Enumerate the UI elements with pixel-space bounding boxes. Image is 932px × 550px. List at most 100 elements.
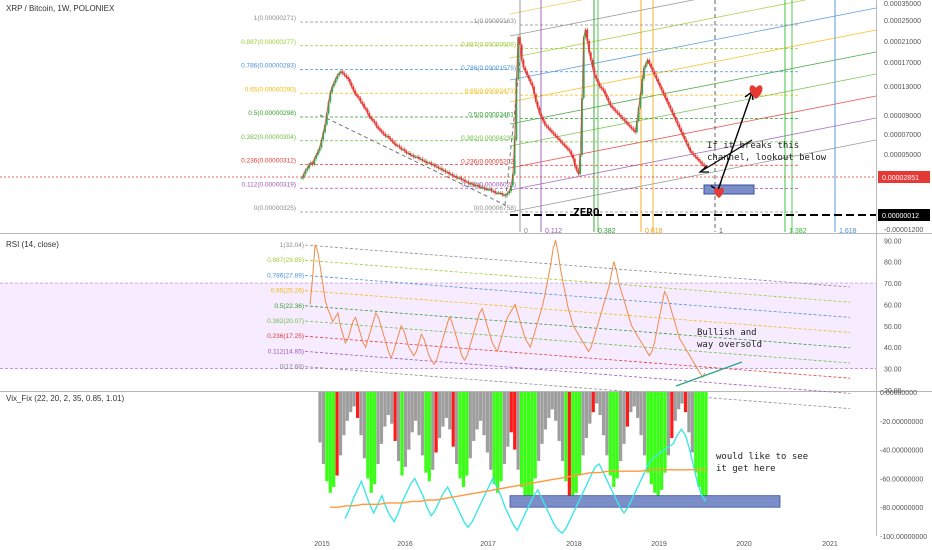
time-axis-tick: 2016 [397,541,413,548]
vix-bar [550,392,554,410]
vix-bar [663,392,667,473]
vix-bar [355,392,360,418]
fib-level-label: 0.236(0.00000312) [241,158,296,165]
vix-bar [345,392,349,421]
fib-level-label: 1(0.00000271) [254,15,296,22]
vix-bar [434,392,438,453]
fib-level-label: 0.112(0.00006020) [462,182,516,189]
vix-bar [588,392,592,424]
vix-bar [619,392,623,462]
vix-bar [396,392,401,462]
vix-bar [349,392,353,413]
vix-bar [441,392,445,427]
vix-bar [393,392,397,441]
rsi-axis-tick: 40.00 [884,345,902,352]
vix-bar [485,392,489,453]
vix-bar [373,392,377,485]
fib-level-label: 0.236(0.00005202) [461,158,516,165]
vix-bar [509,392,513,433]
price-axis-tick: 0.00007000 [884,132,921,139]
fib-level-label: 0.65(0.00000290) [245,86,296,93]
vix-bar [598,392,602,416]
vix-bar [629,392,633,413]
vix-bar [431,392,435,470]
vix-bar [690,392,694,453]
vix-bar [530,392,534,496]
vix-bar [492,392,496,485]
price-axis-tick: 0.00025000 [884,18,921,25]
vix-bar [516,392,520,470]
price-pane-title: XRP / Bitcoin, 1W, POLONIEX [4,4,117,13]
fib-time-zone-label: 1 [719,228,723,235]
vix-bar [625,392,630,427]
vix-bar [612,392,616,488]
vix-bar [683,392,688,413]
vix-bar [386,392,390,416]
vix-axis-tick: -60.00000000 [880,476,923,483]
vix-bar [437,392,442,439]
vix-bar [578,392,582,476]
vix-axis-tick: -100.00000000 [880,534,927,541]
vix-bar [369,392,373,493]
price-axis-tick: 0.00017000 [884,60,921,67]
time-axis-tick: 2018 [566,541,582,548]
vix-bar [567,392,571,496]
last-price-label: 0.00002851 [882,175,919,182]
fib-level-label: 0.887(0.00000277) [241,39,296,46]
vix-bar [537,392,541,462]
vix-bar [574,392,578,493]
vix-bar [342,392,346,436]
vix-bar [636,392,640,418]
vix-bar [376,392,380,464]
vix-axis-tick: 0.00000000 [880,390,917,397]
rsi-fib-label: 1(32.04) [280,242,304,249]
vix-bar [680,392,684,404]
vix-bar [332,392,336,488]
fib-time-zone-label: 0.112 [545,228,562,235]
rsi-axis-tick: 70.00 [884,281,902,288]
rsi-fib-label: 0.5(22.36) [274,303,304,310]
vix-bar [335,392,339,476]
vix-bar [496,392,500,493]
fib-level-label: 0.382(0.00004239) [461,135,516,142]
rsi-axis-tick: 30.00 [884,367,902,374]
vix-bar [540,392,544,444]
vix-bar [653,392,657,493]
fib-level-label: 1(0.00000163) [474,18,516,25]
vix-bar [642,392,647,456]
vix-bar [455,392,459,464]
vix-target-zone [509,495,781,508]
vix-bar [622,392,626,444]
vix-bar [383,392,387,427]
rsi-fib-label: 0.112(14.85) [268,348,304,355]
rsi-fib-label: 0.382(20.07) [267,318,304,325]
fib-time-zone-label: 1.618 [839,228,857,235]
vix-bar [526,392,530,508]
fib-time-zone-label: 0.382 [598,228,616,235]
vix-bar [410,392,414,433]
fib-level-label: 0.65(0.00002471) [465,88,516,95]
vix-bar [414,392,418,421]
vix-bar [595,392,599,404]
vix-bar [601,392,606,436]
vix-bar [318,392,322,443]
vix-bar [694,392,698,473]
fib-level-label: 0.786(0.00001575) [461,65,516,72]
vix-bar [417,392,421,436]
vix-bar [448,392,452,430]
vix-bar [659,392,664,490]
vix-bar [458,392,462,479]
vix-bar [608,392,612,476]
vix-bar [403,392,407,467]
vix-bar [489,392,493,470]
rsi-fib-label: 0(12.68) [280,364,304,371]
rsi-fib-label: 0.887(29.85) [267,257,304,264]
fib-time-zone-label: 0.618 [645,228,663,235]
fib-level-label: 0.786(0.00000283) [241,63,296,70]
vix-bar [560,392,565,462]
vix-bar [591,392,595,413]
vix-bar [444,392,448,418]
vix-axis-tick: -40.00000000 [880,448,923,455]
time-axis-tick: 2020 [736,541,752,548]
vix-bar [646,392,650,473]
